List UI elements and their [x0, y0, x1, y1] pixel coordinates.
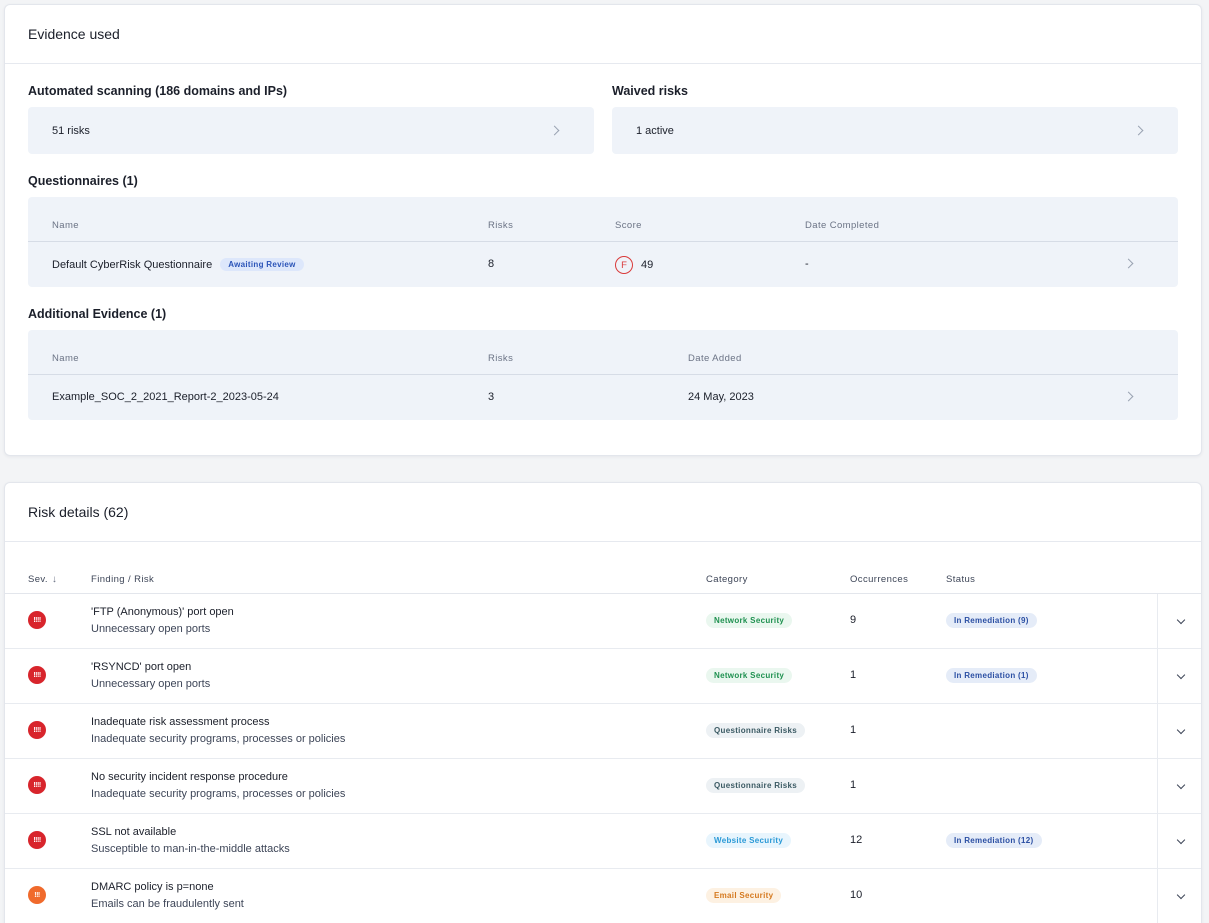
evidence-risks: 3 [488, 391, 495, 403]
arrow-down-icon: ↓ [51, 574, 58, 585]
waived-risks-heading: Waived risks [612, 84, 688, 98]
additional-evidence-table: Name Risks Date Added Example_SOC_2_2021… [28, 330, 1178, 420]
finding-subtitle: Inadequate security programs, processes … [91, 733, 346, 745]
column-category: Category [706, 574, 748, 585]
chevron-down-icon [1176, 890, 1185, 899]
waived-risks-link[interactable]: 1 active [612, 107, 1178, 154]
finding-subtitle: Susceptible to man-in-the-middle attacks [91, 843, 290, 855]
finding-title: No security incident response procedure [91, 771, 288, 783]
evidence-date: 24 May, 2023 [688, 391, 754, 403]
severity-critical-icon: !!!! [28, 611, 46, 629]
risk-row[interactable]: !!!! No security incident response proce… [5, 759, 1201, 814]
questionnaire-name: Default CyberRisk Questionnaire [52, 258, 213, 271]
category-badge: Network Security [706, 668, 793, 683]
evidence-title: Evidence used [5, 5, 1201, 64]
finding-subtitle: Unnecessary open ports [91, 678, 211, 690]
table-header: Name Risks Date Added [28, 330, 1178, 375]
automated-scanning-link[interactable]: 51 risks [28, 107, 594, 154]
finding-subtitle: Inadequate security programs, processes … [91, 788, 346, 800]
column-severity-label: Sev. [28, 574, 48, 585]
column-risks: Risks [488, 220, 514, 231]
risk-row[interactable]: !!!! 'FTP (Anonymous)' port open Unneces… [5, 594, 1201, 649]
expand-row-button[interactable] [1157, 759, 1201, 813]
chevron-right-icon [1123, 258, 1134, 269]
column-occurrences: Occurrences [850, 574, 909, 585]
automated-scanning-heading: Automated scanning (186 domains and IPs) [28, 84, 288, 98]
category-badge: Network Security [706, 613, 793, 628]
severity-critical-icon: !!!! [28, 721, 46, 739]
column-date-added: Date Added [688, 353, 742, 364]
risk-row[interactable]: !!!! 'RSYNCD' port open Unnecessary open… [5, 649, 1201, 704]
category-badge: Questionnaire Risks [706, 723, 806, 738]
risk-row[interactable]: !!!! Inadequate risk assessment process … [5, 704, 1201, 759]
expand-row-button[interactable] [1157, 869, 1201, 923]
chevron-right-icon [1123, 391, 1134, 402]
automated-risks-count: 51 risks [52, 124, 90, 137]
risk-details-card: Risk details (62) Sev. ↓ Finding / Risk C… [4, 482, 1202, 923]
grade-icon: F [615, 256, 633, 274]
occurrences-count: 10 [850, 889, 863, 901]
occurrences-count: 1 [850, 669, 857, 681]
table-header: Name Risks Score Date Completed [28, 197, 1178, 242]
category-badge: Email Security [706, 888, 782, 903]
column-finding: Finding / Risk [91, 574, 155, 585]
severity-high-icon: !!! [28, 886, 46, 904]
expand-row-button[interactable] [1157, 649, 1201, 703]
chevron-down-icon [1176, 780, 1185, 789]
column-severity[interactable]: Sev. ↓ [28, 574, 57, 585]
severity-critical-icon: !!!! [28, 666, 46, 684]
waived-risks-count: 1 active [636, 124, 674, 137]
risk-row[interactable]: !!!! SSL not available Susceptible to ma… [5, 814, 1201, 869]
occurrences-count: 1 [850, 724, 857, 736]
column-name: Name [52, 220, 79, 231]
finding-subtitle: Emails can be fraudulently sent [91, 898, 244, 910]
category-badge: Questionnaire Risks [706, 778, 806, 793]
risk-details-title: Risk details (62) [5, 483, 1201, 542]
evidence-name: Example_SOC_2_2021_Report-2_2023-05-24 [52, 391, 279, 403]
questionnaire-name-cell: Default CyberRisk Questionnaire Awaiting… [52, 258, 304, 271]
evidence-card: Evidence used Automated scanning (186 do… [4, 4, 1202, 456]
finding-title: Inadequate risk assessment process [91, 716, 270, 728]
questionnaire-risks: 8 [488, 258, 495, 270]
status-badge: In Remediation (9) [946, 613, 1037, 628]
column-status: Status [946, 574, 976, 585]
chevron-down-icon [1176, 670, 1185, 679]
chevron-down-icon [1176, 835, 1185, 844]
chevron-right-icon [1133, 125, 1144, 136]
chevron-right-icon [549, 125, 560, 136]
questionnaire-date: - [805, 258, 809, 270]
expand-row-button[interactable] [1157, 814, 1201, 868]
finding-title: 'FTP (Anonymous)' port open [91, 606, 234, 618]
questionnaire-score-cell: F 49 [615, 256, 653, 274]
severity-critical-icon: !!!! [28, 776, 46, 794]
column-name: Name [52, 353, 79, 364]
chevron-down-icon [1176, 615, 1185, 624]
severity-critical-icon: !!!! [28, 831, 46, 849]
status-badge: Awaiting Review [220, 258, 304, 271]
occurrences-count: 9 [850, 614, 857, 626]
finding-title: SSL not available [91, 826, 177, 838]
questionnaires-heading: Questionnaires (1) [28, 174, 138, 188]
occurrences-count: 1 [850, 779, 857, 791]
status-badge: In Remediation (12) [946, 833, 1042, 848]
column-risks: Risks [488, 353, 514, 364]
expand-row-button[interactable] [1157, 594, 1201, 648]
category-badge: Website Security [706, 833, 792, 848]
expand-row-button[interactable] [1157, 704, 1201, 758]
additional-evidence-heading: Additional Evidence (1) [28, 307, 167, 321]
risk-row[interactable]: !!! DMARC policy is p=none Emails can be… [5, 869, 1201, 923]
column-date-completed: Date Completed [805, 220, 880, 231]
questionnaires-table: Name Risks Score Date Completed Default … [28, 197, 1178, 287]
status-badge: In Remediation (1) [946, 668, 1037, 683]
occurrences-count: 12 [850, 834, 863, 846]
chevron-down-icon [1176, 725, 1185, 734]
column-score: Score [615, 220, 642, 231]
finding-title: DMARC policy is p=none [91, 881, 214, 893]
finding-title: 'RSYNCD' port open [91, 661, 192, 673]
finding-subtitle: Unnecessary open ports [91, 623, 211, 635]
questionnaire-score: 49 [641, 259, 654, 271]
